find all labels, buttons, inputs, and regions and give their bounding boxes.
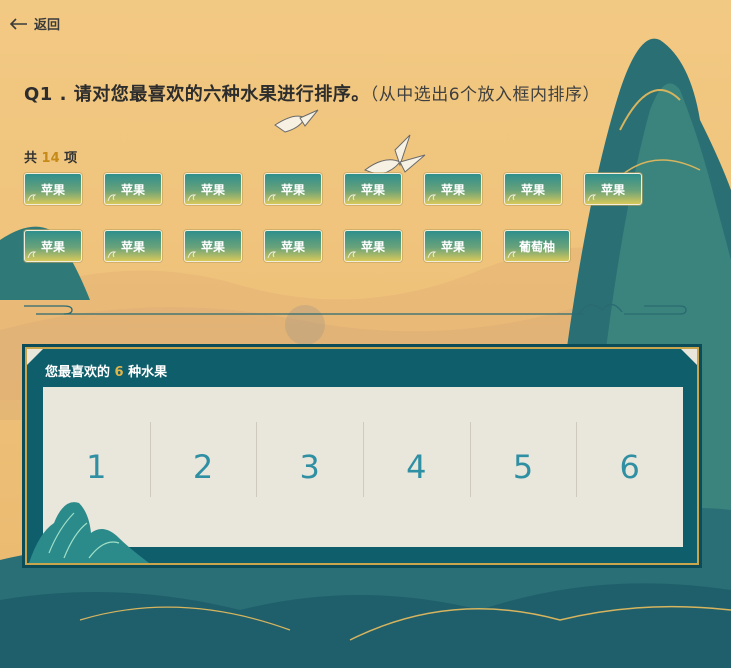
- option-chip[interactable]: 苹果: [584, 173, 642, 205]
- option-chip[interactable]: 苹果: [344, 173, 402, 205]
- option-label: 苹果: [280, 239, 305, 254]
- cloud-curl-icon: [587, 194, 597, 202]
- option-label: 苹果: [360, 239, 385, 254]
- option-label: 苹果: [360, 182, 385, 197]
- option-chip[interactable]: 苹果: [264, 230, 322, 262]
- option-label: 苹果: [280, 182, 305, 197]
- cloud-curl-icon: [107, 251, 117, 259]
- option-chip[interactable]: 苹果: [344, 230, 402, 262]
- option-label: 苹果: [120, 239, 145, 254]
- cloud-curl-icon: [507, 251, 517, 259]
- question-text: 请对您最喜欢的六种水果进行排序。: [73, 84, 370, 105]
- question-hint: （从中选出6个放入框内排序）: [369, 85, 601, 105]
- corner-ornament-icon: [681, 349, 697, 365]
- option-label: 苹果: [520, 182, 545, 197]
- mountain-ornament-icon: [29, 502, 149, 563]
- arrow-left-icon: [10, 17, 27, 30]
- count-suffix: 项: [64, 151, 78, 166]
- option-chip[interactable]: 葡萄柚: [504, 230, 570, 262]
- option-label: 苹果: [200, 182, 225, 197]
- rank-slot-5[interactable]: 5: [469, 387, 577, 547]
- options-count: 共 14 项: [24, 147, 77, 166]
- ranking-title-suffix: 种水果: [128, 365, 168, 380]
- rank-slot-4[interactable]: 4: [363, 387, 470, 547]
- option-label: 苹果: [200, 239, 225, 254]
- ranking-title: 您最喜欢的 6 种水果: [45, 361, 167, 380]
- option-chip[interactable]: 苹果: [504, 173, 562, 205]
- corner-ornament-icon: [27, 349, 43, 365]
- rank-slot-2[interactable]: 2: [149, 387, 257, 547]
- option-chip[interactable]: 苹果: [424, 230, 482, 262]
- option-label: 苹果: [440, 239, 465, 254]
- cloud-curl-icon: [347, 194, 357, 202]
- cloud-curl-icon: [427, 194, 437, 202]
- option-label: 苹果: [120, 182, 145, 197]
- cloud-curl-icon: [187, 194, 197, 202]
- count-prefix: 共: [24, 151, 38, 166]
- cloud-curl-icon: [27, 251, 37, 259]
- rank-slot-3[interactable]: 3: [256, 387, 363, 547]
- ranking-panel: 您最喜欢的 6 种水果 1 2 3 4 5 6: [22, 344, 702, 568]
- rank-slot-6[interactable]: 6: [576, 387, 683, 547]
- cloud-curl-icon: [27, 194, 37, 202]
- ranking-title-count: 6: [114, 365, 124, 380]
- question-title: Q1 . 请对您最喜欢的六种水果进行排序。（从中选出6个放入框内排序）: [24, 80, 600, 106]
- option-chip[interactable]: 苹果: [104, 173, 162, 205]
- option-label: 苹果: [600, 182, 625, 197]
- cloud-curl-icon: [347, 251, 357, 259]
- cloud-curl-icon: [267, 251, 277, 259]
- option-label: 苹果: [440, 182, 465, 197]
- question-number: Q1 .: [24, 84, 67, 105]
- option-chip[interactable]: 苹果: [104, 230, 162, 262]
- cloud-curl-icon: [507, 194, 517, 202]
- ranking-title-prefix: 您最喜欢的: [45, 365, 111, 380]
- cloud-curl-icon: [187, 251, 197, 259]
- option-label: 苹果: [40, 239, 65, 254]
- option-label: 苹果: [40, 182, 65, 197]
- cloud-curl-icon: [427, 251, 437, 259]
- cloud-curl-icon: [107, 194, 117, 202]
- option-chip[interactable]: 苹果: [24, 173, 82, 205]
- back-button[interactable]: 返回: [10, 14, 60, 33]
- option-label: 葡萄柚: [518, 239, 555, 254]
- option-chip[interactable]: 苹果: [264, 173, 322, 205]
- option-chip[interactable]: 苹果: [424, 173, 482, 205]
- wave-divider: [24, 303, 687, 315]
- option-chip[interactable]: 苹果: [184, 173, 242, 205]
- back-label: 返回: [34, 18, 61, 33]
- option-chip[interactable]: 苹果: [24, 230, 82, 262]
- option-chip[interactable]: 苹果: [184, 230, 242, 262]
- cloud-curl-icon: [267, 194, 277, 202]
- count-number: 14: [41, 151, 60, 166]
